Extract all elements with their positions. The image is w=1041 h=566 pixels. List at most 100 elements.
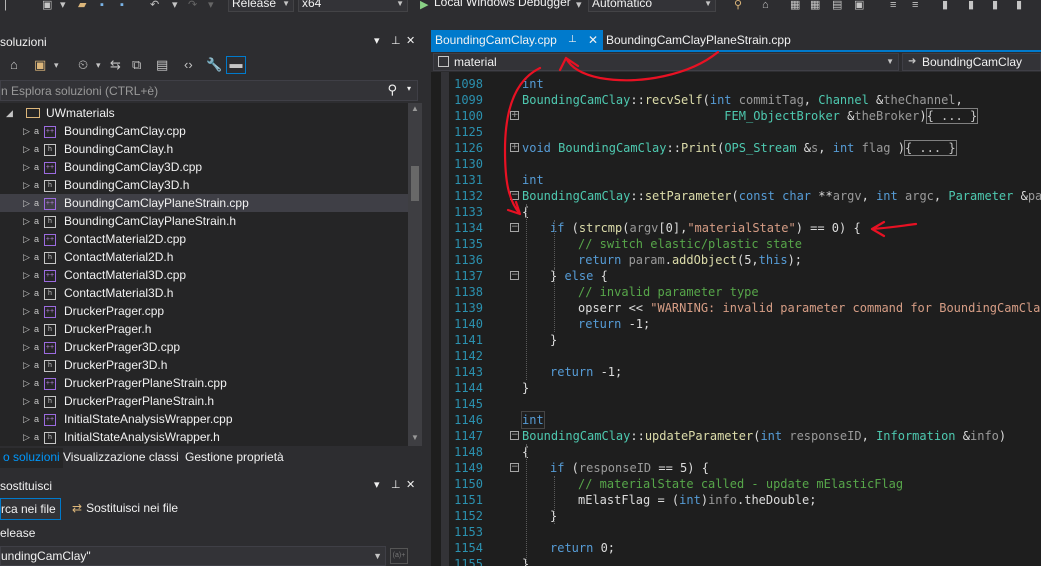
code-line[interactable]: 1147 − BoundingCamClay::updateParameter(in…	[431, 428, 1041, 444]
refresh-icon[interactable]: ⧉	[132, 58, 141, 72]
expand-arrow-icon[interactable]: ▷	[23, 320, 30, 338]
tree-file-item[interactable]: ▷ a h DruckerPrager3D.h	[0, 356, 408, 374]
properties-wrench-icon[interactable]: 🔧	[206, 58, 222, 72]
home-icon[interactable]: ⌂	[762, 0, 769, 12]
code-line[interactable]: 1133{	[431, 204, 1041, 220]
code-line[interactable]: 1140 return -1;	[431, 316, 1041, 332]
search-icon[interactable]: ⚲	[387, 82, 397, 98]
configuration-select[interactable]: Release ▼	[228, 0, 294, 12]
tree-file-item[interactable]: ▷ a ++ BoundingCamClay3D.cpp	[0, 158, 408, 176]
expand-arrow-icon[interactable]: ▷	[23, 248, 30, 266]
code-line[interactable]: 1148{	[431, 444, 1041, 460]
save-icon[interactable]: ▪	[100, 0, 104, 12]
code-line[interactable]: 1153	[431, 524, 1041, 540]
code-line[interactable]: 1138 // invalid parameter type	[431, 284, 1041, 300]
tree-file-item[interactable]: ▷ a h BoundingCamClay3D.h	[0, 176, 408, 194]
collapse-all-icon[interactable]: ▤	[156, 58, 168, 72]
close-icon[interactable]: ✕	[406, 478, 415, 491]
tree-file-item[interactable]: ▷ a h ContactMaterial2D.h	[0, 248, 408, 266]
pin-icon[interactable]: ⊥	[391, 34, 401, 47]
expand-arrow-icon[interactable]: ▷	[23, 140, 30, 158]
code-line[interactable]: 1154 return 0;	[431, 540, 1041, 556]
views-dropdown-icon[interactable]: ▾	[54, 58, 59, 72]
switch-views-icon[interactable]: ▣	[34, 58, 46, 72]
find-query-input[interactable]: undingCamClay" ▼	[0, 546, 386, 566]
tree-file-item[interactable]: ▷ a ++ DruckerPrager3D.cpp	[0, 338, 408, 356]
tree-file-item[interactable]: ▷ a h DruckerPrager.h	[0, 320, 408, 338]
expand-arrow-icon[interactable]: ▷	[23, 194, 30, 212]
tree-file-item[interactable]: ▷ a h DruckerPragerPlaneStrain.h	[0, 392, 408, 410]
code-line[interactable]: 1141}	[431, 332, 1041, 348]
tab-replace-in-files[interactable]: ⇄ Sostituisci nei file	[72, 498, 178, 520]
expand-arrow-icon[interactable]: ▷	[23, 374, 30, 392]
tree-file-item[interactable]: ▷ a h BoundingCamClay.h	[0, 140, 408, 158]
expand-region-icon[interactable]: +	[510, 143, 519, 152]
expand-arrow-icon[interactable]: ▷	[23, 428, 30, 446]
tab-active-document[interactable]: BoundingCamClay.cpp ⊥ ✕	[431, 30, 603, 50]
bookmark-next-icon[interactable]: ▮	[992, 0, 998, 12]
scope-dropdown[interactable]: material ▼	[433, 53, 899, 71]
collapse-arrow-icon[interactable]: ◢	[6, 104, 13, 122]
outdent-icon[interactable]: ≡	[912, 0, 918, 12]
platform-select[interactable]: x64 ▼	[298, 0, 408, 12]
tree-file-item[interactable]: ▷ a ++ DruckerPragerPlaneStrain.cpp	[0, 374, 408, 392]
tree-project-node[interactable]: ◢ UWmaterials	[0, 104, 408, 122]
tab-class-view[interactable]: Visualizzazione classi	[60, 448, 182, 468]
toolbar-button-icon[interactable]: ▦	[790, 0, 800, 12]
tree-file-item[interactable]: ▷ a ++ ContactMaterial3D.cpp	[0, 266, 408, 284]
code-line[interactable]: 1137−} else {	[431, 268, 1041, 284]
back-icon[interactable]: ⌂	[10, 58, 18, 72]
expand-arrow-icon[interactable]: ▷	[23, 230, 30, 248]
bookmark-icon[interactable]: ▮	[942, 0, 948, 12]
pin-icon[interactable]: ⊥	[391, 478, 401, 491]
chevron-down-icon[interactable]: ▼	[373, 547, 382, 565]
code-line[interactable]: 1150 // materialState called - update mEl…	[431, 476, 1041, 492]
bookmark-clear-icon[interactable]: ▮	[1016, 0, 1022, 12]
tree-file-item[interactable]: ▷ a ++ ContactMaterial2D.cpp	[0, 230, 408, 248]
undo-dropdown-icon[interactable]: ▾	[172, 0, 178, 12]
show-all-files-icon[interactable]: ‹›	[184, 58, 193, 72]
expand-region-icon[interactable]: +	[510, 111, 519, 120]
indent-icon[interactable]: ≡	[890, 0, 896, 12]
expand-arrow-icon[interactable]: ▷	[23, 212, 30, 230]
solution-search-input[interactable]: n Esplora soluzioni (CTRL+è) ⚲ ▾	[0, 80, 418, 101]
scroll-thumb[interactable]	[411, 166, 419, 201]
expand-arrow-icon[interactable]: ▷	[23, 410, 30, 428]
tree-file-item[interactable]: ▷ a ++ DruckerPrager.cpp	[0, 302, 408, 320]
debugger-dropdown-icon[interactable]: ▾	[576, 0, 582, 12]
expand-arrow-icon[interactable]: ▷	[23, 392, 30, 410]
debugger-target-label[interactable]: Local Windows Debugger	[434, 0, 571, 9]
collapse-region-icon[interactable]: −	[510, 463, 519, 472]
code-line[interactable]: 1155}	[431, 556, 1041, 566]
search-options-icon[interactable]: ▾	[407, 84, 411, 93]
code-line[interactable]: 1146 int	[431, 411, 1041, 429]
tree-scrollbar[interactable]: ▲ ▼	[408, 103, 422, 446]
code-line[interactable]: 1151 mElastFlag = (int)info.theDouble;	[431, 492, 1041, 508]
code-line[interactable]: 1143 return -1;	[431, 364, 1041, 380]
code-line[interactable]: 1132 − BoundingCamClay::setParameter(const…	[431, 188, 1041, 204]
code-line[interactable]: 1139 opserr << "WARNING: invalid paramete…	[431, 300, 1041, 316]
pane-menu-icon[interactable]: ▾	[374, 478, 380, 491]
code-line[interactable]: 1152}	[431, 508, 1041, 524]
new-project-icon[interactable]: ▣	[42, 0, 52, 12]
code-line[interactable]: 1144}	[431, 380, 1041, 396]
preview-selected-icon[interactable]: ▬	[226, 56, 246, 74]
pane-menu-icon[interactable]: ▾	[374, 34, 380, 47]
collapse-region-icon[interactable]: −	[510, 431, 519, 440]
collapsed-region-marker[interactable]: { ... }	[903, 140, 957, 156]
expand-arrow-icon[interactable]: ▷	[23, 356, 30, 374]
expand-arrow-icon[interactable]: ▷	[23, 176, 30, 194]
tree-file-item[interactable]: ▷ a ++ InitialStateAnalysisWrapper.cpp	[0, 410, 408, 428]
expand-arrow-icon[interactable]: ▷	[23, 266, 30, 284]
code-line[interactable]: 1135 // switch elastic/plastic state	[431, 236, 1041, 252]
toolbar-button-icon[interactable]: ▦	[810, 0, 820, 12]
code-line[interactable]: 1098 int	[431, 76, 1041, 92]
save-all-icon[interactable]: ▪	[120, 0, 124, 12]
toolbar-button-icon[interactable]: ▣	[854, 0, 864, 12]
expand-arrow-icon[interactable]: ▷	[23, 302, 30, 320]
pending-dropdown-icon[interactable]: ▾	[96, 58, 101, 72]
collapse-region-icon[interactable]: −	[510, 191, 519, 200]
regex-icon[interactable]: (a)+	[390, 548, 408, 564]
expand-arrow-icon[interactable]: ▷	[23, 284, 30, 302]
start-debugging-icon[interactable]: ▶	[420, 0, 428, 12]
